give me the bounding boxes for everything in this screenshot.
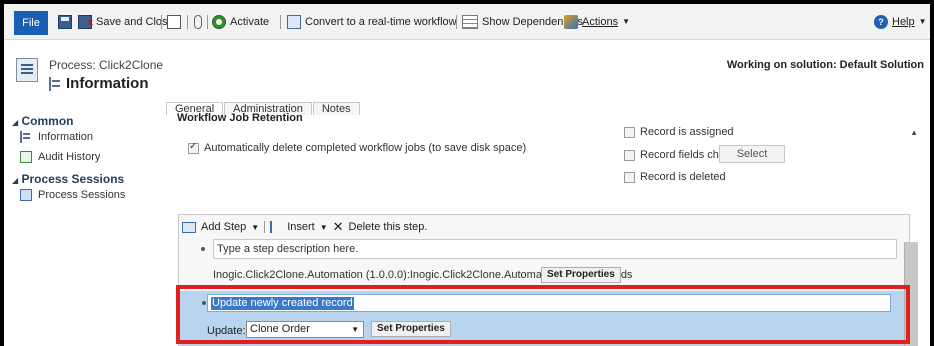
ribbon-divider [456,15,457,29]
audit-history-icon [20,151,32,163]
main-content: General Administration Notes Workflow Jo… [164,102,930,346]
trigger-record-assigned[interactable]: Record is assigned [624,126,734,138]
dependencies-icon [462,15,478,29]
convert-icon [287,15,301,29]
nav-group-process-sessions[interactable]: ◢ Process Sessions [12,172,124,186]
convert-label: Convert to a real-time workflow [305,16,457,28]
insert-icon [270,221,282,233]
record-deleted-checkbox[interactable] [624,171,635,183]
insert-button[interactable]: Insert [287,221,315,233]
step-bullet [202,301,206,305]
nav-group-common[interactable]: ◢ Common [12,114,74,128]
file-button[interactable]: File [14,11,48,35]
collapse-icon: ◢ [12,176,19,185]
ribbon-divider [187,15,188,29]
help-label: Help [892,16,915,28]
tab-notes[interactable]: Notes [312,102,360,115]
ribbon-divider [207,15,208,29]
attach-button[interactable] [194,13,202,31]
information-icon [20,131,32,143]
information-icon [49,76,61,91]
activate-icon [212,15,226,29]
save-icon [58,15,72,29]
select-fields-button[interactable]: Select [719,145,785,163]
page-title-text: Information [66,75,149,92]
process-icon [16,58,38,82]
record-assigned-checkbox[interactable] [624,126,635,138]
collapse-icon: ◢ [12,118,19,127]
actions-menu[interactable]: Actions ▼ [564,13,630,31]
record-fields-change-checkbox[interactable] [624,149,635,161]
workflow-step-clone-records[interactable]: Type a step description here. Inogic.Cli… [187,239,909,287]
chevron-down-icon[interactable]: ▼ [251,223,259,232]
set-properties-button[interactable]: Set Properties [371,321,451,337]
step-description-input[interactable]: Update newly created record [207,294,891,312]
activate-button[interactable]: Activate [212,13,269,31]
convert-realtime-button[interactable]: Convert to a real-time workflow [287,13,457,31]
update-label: Update: [207,325,246,337]
step-description-input[interactable]: Type a step description here. [213,239,897,259]
process-name: Process: Click2Clone [49,58,164,72]
auto-delete-option[interactable]: Automatically delete completed workflow … [188,141,526,154]
nav-item-information[interactable]: Information [20,131,93,143]
chevron-down-icon[interactable]: ▼ [320,223,328,232]
save-close-icon [78,13,93,31]
actions-icon [564,15,578,29]
save-and-close-button[interactable]: Save and Close [78,13,174,31]
delete-icon[interactable]: ✕ [333,219,344,235]
chevron-down-icon: ▼ [622,17,630,26]
nav-item-audit-history[interactable]: Audit History [20,151,100,163]
add-step-icon [182,221,196,233]
add-step-button[interactable]: Add Step [201,221,246,233]
save-button[interactable] [58,13,72,31]
ribbon: File Save and Close Activate Convert to … [4,4,930,40]
workflow-designer: Add Step ▼ Insert ▼ ✕ Delete this step. … [178,214,910,346]
actions-label: Actions [582,16,619,28]
workflow-step-update-record[interactable]: Update newly created record Update: Clon… [180,291,910,345]
step-description-text: Update newly created record [211,297,354,310]
print-icon [167,15,181,29]
paperclip-icon [194,15,202,29]
help-icon: ? [874,15,888,29]
step-bullet [201,247,205,251]
process-sessions-icon [20,189,32,201]
ribbon-divider [280,15,281,29]
delete-step-button[interactable]: Delete this step. [349,221,428,233]
help-menu[interactable]: ? Help ▼ [874,13,927,31]
save-and-close-label: Save and Close [96,16,174,28]
auto-delete-checkbox[interactable] [188,141,199,154]
page-title: Information [49,75,149,92]
activate-label: Activate [230,16,270,28]
update-entity-select[interactable]: Clone Order [246,321,364,338]
ribbon-divider [161,15,162,29]
print-preview-button[interactable] [167,13,181,31]
solution-label: Working on solution: Default Solution [726,59,924,71]
toolbar-divider [264,221,266,233]
scroll-up-icon[interactable]: ▲ [910,128,918,137]
workflow-job-retention-heading: Workflow Job Retention [177,112,303,124]
set-properties-button[interactable]: Set Properties [541,267,621,283]
designer-toolbar: Add Step ▼ Insert ▼ ✕ Delete this step. [182,219,427,235]
vertical-scrollbar[interactable] [904,242,918,346]
nav-item-process-sessions[interactable]: Process Sessions [20,189,125,201]
app-window: File Save and Close Activate Convert to … [4,4,930,346]
trigger-record-deleted[interactable]: Record is deleted [624,171,726,183]
chevron-down-icon: ▼ [918,17,927,26]
